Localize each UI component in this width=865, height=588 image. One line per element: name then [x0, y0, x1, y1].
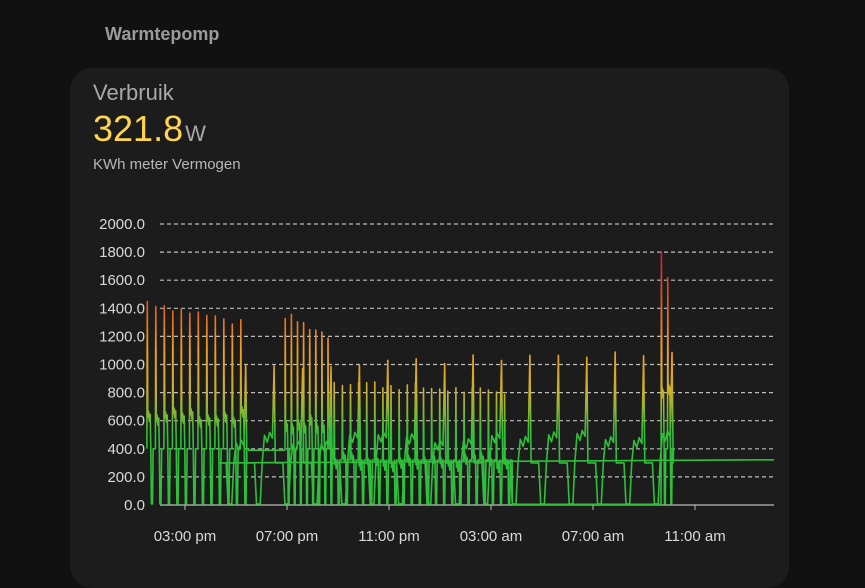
y-tick-label: 1200.0: [99, 328, 145, 345]
x-tick-label: 03:00 am: [460, 528, 523, 545]
y-tick-label: 200.0: [107, 469, 145, 486]
x-axis: 03:00 pm 07:00 pm 11:00 pm 03:00 am 07:00 am…: [154, 505, 726, 545]
y-tick-label: 800.0: [107, 385, 145, 402]
x-tick-label: 07:00 pm: [256, 528, 319, 545]
x-tick-label: 11:00 am: [664, 528, 725, 545]
y-tick-label: 1600.0: [99, 272, 145, 289]
y-tick-label: 400.0: [107, 441, 145, 458]
x-tick-label: 03:00 pm: [154, 528, 217, 545]
x-tick-label: 11:00 pm: [358, 528, 419, 545]
series: [146, 250, 775, 506]
y-tick-label: 0.0: [124, 497, 145, 514]
y-axis: 2000.0 1800.0 1600.0 1400.0 1200.0 1000.0 800.…: [99, 216, 145, 514]
y-tick-label: 1800.0: [99, 244, 145, 261]
y-tick-label: 600.0: [107, 413, 145, 430]
y-tick-label: 1000.0: [99, 357, 145, 374]
series-line: [146, 250, 775, 506]
power-chart[interactable]: 2000.0 1800.0 1600.0 1400.0 1200.0 1000.0 800.…: [0, 0, 865, 580]
y-tick-label: 2000.0: [99, 216, 145, 233]
x-tick-label: 07:00 am: [562, 528, 625, 545]
y-tick-label: 1400.0: [99, 300, 145, 317]
